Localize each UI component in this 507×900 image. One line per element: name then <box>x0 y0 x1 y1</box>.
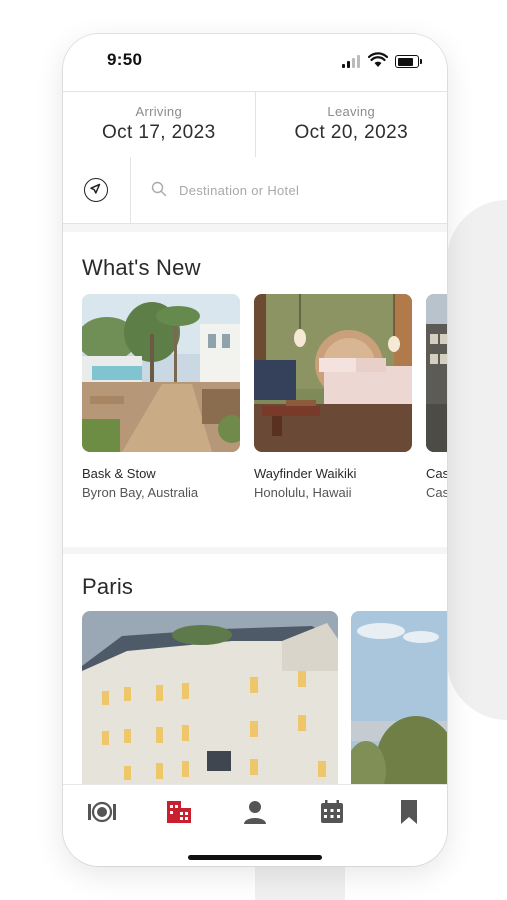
arriving-date-button[interactable]: Arriving Oct 17, 2023 <box>63 92 255 157</box>
main-content[interactable]: What's New Bask & Stow Byron Bay, Austra… <box>63 224 447 784</box>
location-arrow-icon <box>84 178 108 202</box>
current-location-button[interactable] <box>63 157 131 223</box>
paris-title: Paris <box>82 574 134 599</box>
bookmark-icon[interactable] <box>394 797 424 827</box>
leaving-date-button[interactable]: Leaving Oct 20, 2023 <box>254 92 448 157</box>
hotel-name: Bask & Stow <box>82 466 156 481</box>
hotel-name: Cas <box>426 466 447 481</box>
hotel-photo <box>82 611 338 784</box>
search-icon <box>151 181 167 197</box>
date-selector: Arriving Oct 17, 2023 Leaving Oct 20, 20… <box>63 91 447 158</box>
battery-icon <box>395 55 422 68</box>
paris-hotel-card[interactable] <box>82 611 338 784</box>
search-input[interactable] <box>177 175 401 205</box>
hotel-photo <box>254 294 412 452</box>
paris-section: Paris <box>63 554 447 784</box>
whats-new-title: What's New <box>82 255 201 280</box>
hotel-icon[interactable] <box>164 797 194 827</box>
leaving-date: Oct 20, 2023 <box>294 122 409 143</box>
cellular-signal-icon <box>342 54 364 68</box>
hotel-photo <box>351 611 447 784</box>
hotel-card-bask-and-stow[interactable]: Bask & Stow Byron Bay, Australia <box>82 294 240 500</box>
hotel-location: Cas <box>426 485 447 500</box>
home-indicator[interactable] <box>188 855 322 860</box>
calendar-icon[interactable] <box>317 797 347 827</box>
arriving-label: Arriving <box>135 104 182 119</box>
background-logo-shape <box>447 200 507 720</box>
whats-new-section: What's New Bask & Stow Byron Bay, Austra… <box>63 232 447 547</box>
leaving-label: Leaving <box>327 104 376 119</box>
profile-icon[interactable] <box>240 797 270 827</box>
tab-bar <box>63 784 447 866</box>
wifi-icon <box>368 52 388 67</box>
status-bar: 9:50 <box>63 34 447 90</box>
hotel-card-wayfinder-waikiki[interactable]: Wayfinder Waikiki Honolulu, Hawaii <box>254 294 412 500</box>
hotel-name: Wayfinder Waikiki <box>254 466 357 481</box>
hotel-location: Honolulu, Hawaii <box>254 485 352 500</box>
hotel-photo <box>82 294 240 452</box>
dining-icon[interactable] <box>87 797 117 827</box>
search-box <box>131 157 447 223</box>
hotel-location: Byron Bay, Australia <box>82 485 199 500</box>
paris-hotel-card-partial[interactable] <box>351 611 447 784</box>
status-time: 9:50 <box>107 50 143 69</box>
phone-frame: 9:50 Arriving Oct 17, 2023 Leaving Oct 2… <box>63 34 447 866</box>
hotel-photo <box>426 294 447 452</box>
hotel-card-partial[interactable]: Cas Cas <box>426 294 447 500</box>
arriving-date: Oct 17, 2023 <box>101 122 216 143</box>
search-row <box>63 157 447 224</box>
